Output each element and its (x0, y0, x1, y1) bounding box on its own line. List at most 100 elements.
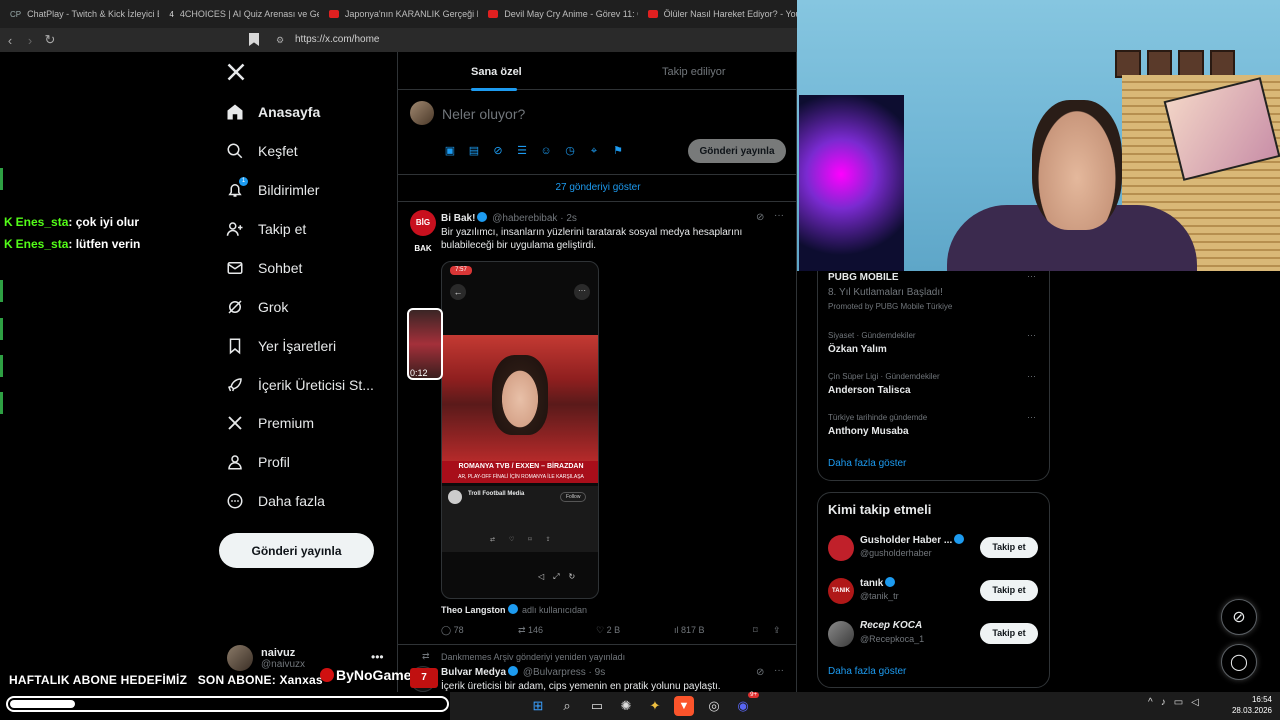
grok-icon[interactable]: ⊘ (756, 212, 764, 223)
image-icon[interactable]: ▣ (443, 144, 457, 158)
tab-following[interactable]: Takip ediliyor (662, 66, 726, 78)
compose-input[interactable]: Neler oluyor? (442, 106, 525, 122)
app-icon[interactable]: ✦ (645, 696, 665, 716)
tweet-handle[interactable]: @haberebibak (492, 213, 557, 224)
suggested-user[interactable]: Gusholder Haber ... @gusholderhaber Taki… (828, 533, 1040, 567)
trend-title[interactable]: PUBG MOBILE (828, 272, 899, 283)
caption-line: ROMANYA TVB / EXXEN – BİRAZDAN (458, 463, 584, 470)
nav-notifications[interactable]: 1 Bildirimler (226, 177, 320, 201)
nav-profile[interactable]: Profil (226, 451, 290, 473)
browser-tab[interactable]: Ölüler Nasıl Hareket Ediyor? - You... (638, 9, 797, 19)
gif-icon[interactable]: ▤ (467, 144, 481, 158)
trend-title[interactable]: Özkan Yalım (828, 344, 887, 355)
grok-icon[interactable]: ⊘ (491, 144, 505, 158)
avatar[interactable]: BİG BAK (410, 210, 436, 253)
tweet-handle[interactable]: @Bulvarpress (523, 667, 586, 678)
video-controls: ◁⤢↻ (538, 572, 585, 581)
like-button[interactable]: ♡ 2 B (596, 625, 620, 636)
bookmark-icon[interactable]: ⌑ (753, 625, 758, 636)
url-field[interactable]: https://x.com/home (295, 34, 379, 45)
attribution-name[interactable]: Theo Langston (441, 605, 506, 615)
nav-grok[interactable]: Grok (226, 296, 288, 318)
mic-icon[interactable]: ♪ (1161, 697, 1174, 708)
discord-icon[interactable]: ◉ 9+ (733, 692, 759, 716)
account-switcher[interactable]: naivuz @naivuzx (227, 645, 305, 671)
more-icon[interactable]: ··· (1027, 330, 1036, 340)
volume-icon[interactable]: ◁ (1191, 697, 1207, 708)
compose-post-button[interactable]: Gönderi yayınla (688, 139, 786, 163)
nav-label: Bildirimler (258, 182, 320, 198)
chevron-up-icon[interactable]: ^ (1148, 697, 1161, 708)
show-new-posts[interactable]: 27 gönderiyi göster (398, 174, 796, 202)
who-show-more[interactable]: Daha fazla göster (828, 666, 906, 677)
forward-icon[interactable]: › (20, 33, 40, 48)
follow-button[interactable]: Takip et (980, 537, 1038, 558)
browser-tab[interactable]: CP ChatPlay - Twitch & Kick İzleyici Etki… (0, 9, 159, 19)
browser-tab[interactable]: Devil May Cry Anime - Görev 11: Gö... (478, 9, 638, 19)
system-tray[interactable]: ^♪▭◁ (1148, 697, 1207, 708)
reply-button[interactable]: ◯ 78 (441, 625, 464, 636)
schedule-icon[interactable]: ◷ (563, 144, 577, 158)
windows-start-icon[interactable]: ⊞ (528, 696, 548, 716)
trend-title[interactable]: Anthony Musaba (828, 426, 909, 437)
search-icon[interactable]: ⌕ (557, 696, 577, 716)
nav-bookmarks[interactable]: Yer İşaretleri (226, 335, 336, 357)
more-icon[interactable]: ··· (774, 665, 784, 676)
views-button[interactable]: ıl 817 B (674, 625, 705, 635)
notification-badge: 1 (239, 177, 248, 186)
trends-panel: PUBG MOBILE ··· 8. Yıl Kutlamaları Başla… (817, 271, 1050, 481)
reload-icon[interactable]: ↻ (40, 32, 60, 48)
task-view-icon[interactable]: ▭ (587, 696, 607, 716)
x-logo-icon[interactable] (226, 62, 246, 82)
browser-tab[interactable]: 4 4CHOICES | AI Quiz Arenası ve Gerçe... (159, 9, 318, 19)
messages-fab[interactable]: ◯ (1221, 644, 1257, 680)
chatgpt-icon[interactable]: ✺ (616, 696, 636, 716)
more-icon[interactable]: ··· (774, 210, 784, 221)
flag-icon[interactable]: ⚑ (611, 144, 625, 158)
tweet-author[interactable]: Bi Bak! (441, 213, 475, 224)
more-icon[interactable]: ··· (1027, 271, 1036, 281)
nav-creator-studio[interactable]: İçerik Üreticisi St... (226, 374, 374, 396)
poll-icon[interactable]: ☰ (515, 144, 529, 158)
nav-follow[interactable]: Takip et (226, 218, 306, 240)
more-icon[interactable]: ••• (371, 650, 384, 664)
chat-username: Enes_sta (15, 237, 69, 251)
tab-for-you[interactable]: Sana özel (471, 66, 522, 91)
steam-icon[interactable]: ◎ (704, 696, 724, 716)
nav-explore[interactable]: Keşfet (226, 140, 298, 162)
bookmark-icon[interactable] (249, 33, 259, 46)
chat-marker (0, 392, 3, 414)
network-icon[interactable]: ▭ (1174, 697, 1191, 708)
streamer-face (1032, 100, 1122, 230)
more-icon[interactable]: ··· (1027, 412, 1036, 422)
more-icon[interactable]: ··· (1027, 371, 1036, 381)
nav-premium[interactable]: Premium (226, 412, 314, 434)
follow-button[interactable]: Takip et (980, 580, 1038, 601)
media-attribution: Theo Langston adlı kullanıcıdan (441, 604, 587, 615)
site-settings-icon[interactable]: ⚙ (276, 35, 284, 46)
verified-icon (507, 604, 518, 614)
browser-tab[interactable]: Japonya'nın KARANLIK Gerçeği Ned... (319, 9, 478, 19)
trends-show-more[interactable]: Daha fazla göster (828, 458, 906, 469)
tweet-media[interactable]: 7:57 ← ··· ROMANYA TVB / EXXEN – BİRAZDA… (441, 261, 599, 599)
share-icon[interactable]: ⇪ (773, 625, 781, 636)
suggested-user[interactable]: Recep KOCA @Recepkoca_1 Takip et (828, 619, 1040, 653)
tweet[interactable]: ⇄ Dankmemes Arşiv gönderiyi yeniden yayı… (398, 644, 796, 692)
nav-more[interactable]: Daha fazla (226, 490, 325, 512)
post-button[interactable]: Gönderi yayınla (219, 533, 374, 568)
location-icon[interactable]: ⌖ (587, 144, 601, 158)
nav-home[interactable]: Anasayfa (226, 101, 320, 123)
grok-icon[interactable]: ⊘ (756, 667, 764, 678)
emoji-icon[interactable]: ☺ (539, 144, 553, 158)
clock[interactable]: 16:54 28.03.2026 (1228, 694, 1272, 716)
follow-button[interactable]: Takip et (980, 623, 1038, 644)
trend-title[interactable]: Anderson Talisca (828, 385, 911, 396)
suggested-user[interactable]: TANIK tanık @tanik_tr Takip et (828, 576, 1040, 610)
back-icon[interactable]: ‹ (0, 33, 20, 48)
nav-label: Anasayfa (258, 104, 321, 120)
grok-fab[interactable]: ⊘ (1221, 599, 1257, 635)
repost-button[interactable]: ⇄ 146 (518, 625, 543, 636)
nav-chat[interactable]: Sohbet (226, 257, 302, 279)
brave-icon[interactable]: ▼ (674, 696, 694, 716)
tweet-author[interactable]: Bulvar Medya (441, 667, 506, 678)
